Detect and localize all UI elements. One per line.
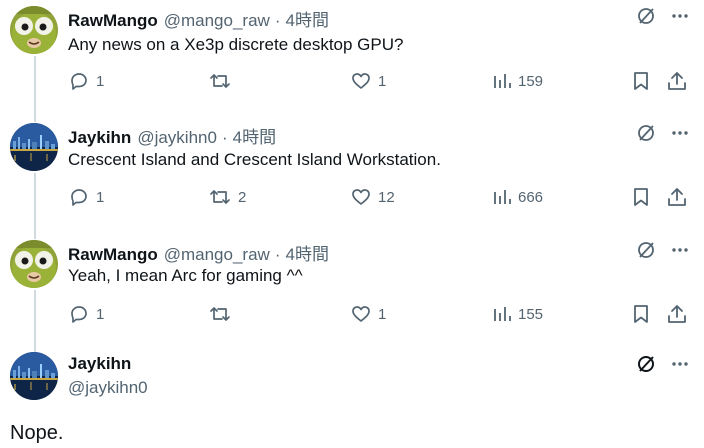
heart-icon: [352, 189, 370, 205]
user-handle[interactable]: @jaykihn0: [68, 378, 148, 398]
tweet-header: Jaykihn @jaykihn0 · 4時間: [68, 123, 276, 148]
retweet-button[interactable]: [208, 303, 238, 325]
like-button[interactable]: 1: [350, 70, 386, 92]
bookmark-icon: [634, 72, 648, 90]
avatar[interactable]: [10, 123, 58, 171]
heart-icon: [352, 306, 370, 322]
views-button[interactable]: 159: [492, 70, 543, 92]
avatar[interactable]: [10, 352, 58, 400]
tweet-top-icons: [636, 123, 690, 143]
retweet-icon: [210, 307, 230, 321]
reply-button[interactable]: 1: [68, 186, 104, 208]
timestamp[interactable]: 4時間: [233, 123, 276, 148]
tweet-top-icons: [636, 354, 690, 374]
tweet-top-icons: [636, 240, 690, 260]
focused-tweet[interactable]: Jaykihn @jaykihn0 Nope.: [0, 350, 704, 448]
retweet-count: 2: [238, 188, 247, 206]
more-icon[interactable]: [670, 123, 690, 143]
grok-icon[interactable]: [636, 6, 656, 26]
more-icon[interactable]: [670, 354, 690, 374]
bookmark-icon: [634, 188, 648, 206]
like-count: 12: [378, 188, 395, 206]
share-icon: [668, 305, 686, 323]
retweet-icon: [210, 190, 230, 204]
reply-icon: [71, 73, 87, 90]
reply-icon: [71, 306, 87, 323]
retweet-button[interactable]: [208, 70, 238, 92]
views-count: 666: [518, 188, 544, 206]
display-name[interactable]: Jaykihn: [68, 128, 131, 148]
tweet-text: Any news on a Xe3p discrete desktop GPU?: [68, 35, 404, 54]
tweet-text: Nope.: [10, 422, 64, 444]
tweet-text: Yeah, I mean Arc for gaming ^^: [68, 266, 303, 285]
share-button[interactable]: [666, 303, 688, 325]
like-count: 1: [378, 72, 387, 90]
share-icon: [668, 72, 686, 90]
reply-count: 1: [96, 72, 105, 90]
separator-dot: ·: [221, 128, 228, 147]
views-icon: [494, 190, 511, 204]
timestamp[interactable]: 4時間: [286, 240, 329, 265]
tweet-actions: 1 1 155: [68, 303, 692, 327]
tweet-top-icons: [636, 6, 690, 26]
reply-count: 1: [96, 188, 105, 206]
like-button[interactable]: 12: [350, 186, 395, 208]
reply-button[interactable]: 1: [68, 70, 104, 92]
views-button[interactable]: 155: [492, 303, 543, 325]
separator-dot: ·: [274, 245, 281, 264]
tweet-actions: 1 1 159: [68, 70, 692, 94]
display-name[interactable]: Jaykihn: [68, 354, 131, 374]
display-name[interactable]: RawMango: [68, 245, 158, 265]
tweet-text: Crescent Island and Crescent Island Work…: [68, 150, 441, 169]
thread-line: [34, 173, 36, 239]
bookmark-button[interactable]: [631, 70, 651, 92]
thread-line: [34, 56, 36, 122]
like-button[interactable]: 1: [350, 303, 386, 325]
tweet-header: RawMango @mango_raw · 4時間: [68, 240, 329, 265]
avatar[interactable]: [10, 240, 58, 288]
more-icon[interactable]: [670, 240, 690, 260]
grok-icon[interactable]: [636, 123, 656, 143]
tweet-header: RawMango @mango_raw · 4時間: [68, 6, 329, 31]
timestamp[interactable]: 4時間: [286, 6, 329, 31]
bookmark-button[interactable]: [631, 186, 651, 208]
reply-button[interactable]: 1: [68, 303, 104, 325]
retweet-icon: [210, 74, 230, 88]
grok-icon[interactable]: [636, 240, 656, 260]
views-icon: [494, 74, 511, 88]
user-handle[interactable]: @jaykihn0: [137, 128, 217, 148]
share-icon: [668, 188, 686, 206]
bookmark-icon: [634, 305, 648, 323]
reply-count: 1: [96, 305, 105, 323]
avatar[interactable]: [10, 6, 58, 54]
user-handle[interactable]: @mango_raw: [164, 11, 270, 31]
separator-dot: ·: [274, 11, 281, 30]
more-icon[interactable]: [670, 6, 690, 26]
share-button[interactable]: [666, 70, 688, 92]
views-button[interactable]: 666: [492, 186, 543, 208]
like-count: 1: [378, 305, 387, 323]
retweet-button[interactable]: 2: [208, 186, 246, 208]
bookmark-button[interactable]: [631, 303, 651, 325]
user-handle[interactable]: @mango_raw: [164, 245, 270, 265]
heart-icon: [352, 73, 370, 89]
grok-icon[interactable]: [636, 354, 656, 374]
thread-line: [34, 290, 36, 356]
share-button[interactable]: [666, 186, 688, 208]
views-count: 155: [518, 305, 544, 323]
reply-icon: [71, 189, 87, 206]
tweet-actions: 1 2 12 666: [68, 186, 692, 210]
display-name[interactable]: RawMango: [68, 11, 158, 31]
views-icon: [494, 307, 511, 321]
views-count: 159: [518, 72, 544, 90]
